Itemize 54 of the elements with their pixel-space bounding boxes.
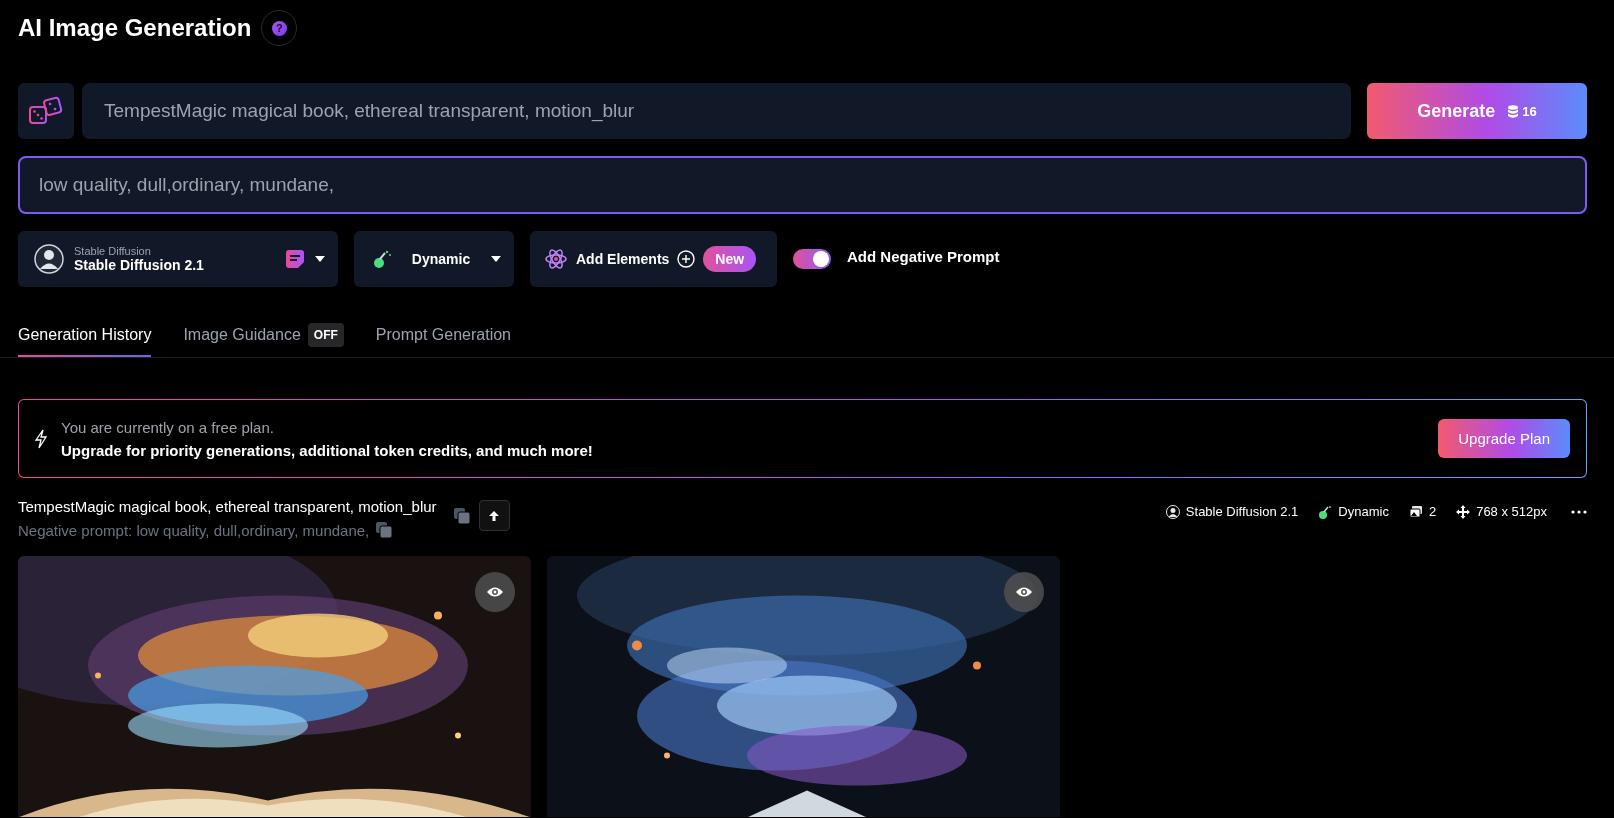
generation-count: 2 xyxy=(1428,504,1437,519)
model-caption: Stable Diffusion xyxy=(74,245,152,257)
flask-icon xyxy=(372,249,392,269)
caret-icon xyxy=(314,255,326,263)
copy-icon xyxy=(375,521,394,539)
copy-button[interactable] xyxy=(375,521,394,539)
lightning-icon xyxy=(33,428,49,449)
style-dropdown[interactable]: Dynamic xyxy=(354,231,514,287)
move-icon xyxy=(1456,504,1471,519)
coins-icon xyxy=(1507,103,1520,119)
add-elements-button[interactable]: Add Elements New xyxy=(530,231,777,287)
avatar-icon xyxy=(1165,504,1180,519)
plan-notice: You are currently on a free plan. xyxy=(61,418,275,436)
help-button[interactable]: ? xyxy=(261,10,298,46)
add-elements-label: Add Elements xyxy=(576,251,670,267)
eye-icon xyxy=(1015,586,1033,598)
tab[interactable]: Generation History xyxy=(18,312,152,357)
copy-button[interactable] xyxy=(452,506,471,525)
plus-icon xyxy=(677,250,696,268)
notes-icon[interactable] xyxy=(286,250,304,268)
dice-icon xyxy=(28,95,64,127)
random-prompt-button[interactable] xyxy=(18,83,74,139)
model-name: Stable Diffusion 2.1 xyxy=(74,257,205,273)
prompt-field[interactable]: TempestMagic magical book, ethereal transparent, motion_blur xyxy=(82,83,1351,139)
negative-prompt-field[interactable]: low quality, dull,ordinary, mundane, xyxy=(18,156,1587,214)
reuse-button[interactable] xyxy=(478,500,510,531)
tab[interactable]: Prompt Generation xyxy=(375,312,511,357)
copy-icon xyxy=(452,506,471,525)
more-icon xyxy=(1571,509,1587,514)
negative-prompt-toggle[interactable] xyxy=(793,249,831,269)
style-name: Dynamic xyxy=(410,251,472,267)
eye-icon xyxy=(486,586,504,598)
more-button[interactable] xyxy=(1571,509,1587,514)
images-icon xyxy=(1408,505,1423,518)
upgrade-plan-button[interactable]: Upgrade Plan xyxy=(1438,419,1570,458)
upgrade-message: Upgrade for priority generations, additional token credits, and much more! xyxy=(61,441,594,459)
avatar-icon xyxy=(34,244,64,274)
credit-count: 16 xyxy=(1522,103,1537,119)
generation-model: Stable Diffusion 2.1 xyxy=(1185,504,1299,519)
generation-style: Dynamic xyxy=(1338,504,1389,519)
up-arrow-icon xyxy=(489,510,500,521)
negative-prompt-text: Negative prompt: low quality, dull,ordinary, mundane, xyxy=(18,521,370,539)
flask-icon xyxy=(1318,504,1333,519)
model-dropdown[interactable]: Stable Diffusion Stable Diffusion 2.1 xyxy=(18,231,338,287)
generation-size: 768 x 512px xyxy=(1476,504,1547,519)
toggle-label: Add Negative Prompt xyxy=(847,247,1000,265)
generate-button[interactable]: Generate 16 xyxy=(1367,83,1587,139)
page-title: AI Image Generation xyxy=(18,14,252,42)
atom-icon xyxy=(544,247,568,271)
generation-prompt: TempestMagic magical book, ethereal transparent, motion_blur xyxy=(18,498,437,515)
off-badge: OFF xyxy=(307,322,344,347)
caret-icon xyxy=(490,255,502,263)
new-badge: New xyxy=(703,246,757,272)
tab[interactable]: Image Guidance OFF xyxy=(183,312,344,357)
